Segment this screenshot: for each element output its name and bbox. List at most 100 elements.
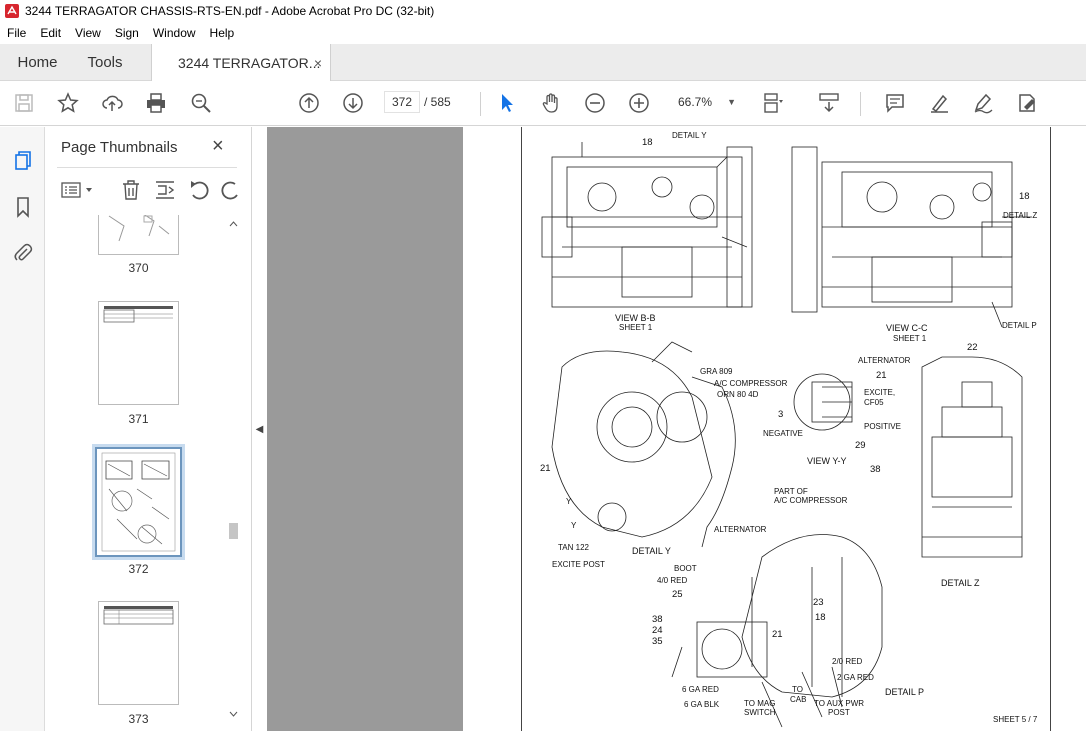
label-detail-z: DETAIL Z (941, 578, 980, 588)
menu-window[interactable]: Window (146, 26, 203, 40)
callout-18: 18 (642, 137, 653, 148)
callout-21: 21 (876, 370, 887, 381)
select-cursor-icon[interactable] (495, 91, 519, 115)
page-display-icon[interactable] (761, 91, 785, 115)
tab-document[interactable]: 3244 TERRAGATOR... × (151, 44, 331, 82)
zoom-select[interactable]: 66.7% ▼ (672, 91, 740, 113)
extract-pages-icon[interactable] (154, 179, 176, 201)
title-bar: 3244 TERRAGATOR CHASSIS-RTS-EN.pdf - Ado… (0, 0, 1086, 22)
rotate-right-icon[interactable] (220, 179, 242, 201)
page-thumbnail[interactable] (98, 301, 179, 405)
label-post: POST (828, 708, 850, 717)
label-view-bb-sheet: SHEET 1 (619, 323, 653, 332)
callout-18: 18 (1019, 191, 1030, 202)
callout-23: 23 (813, 597, 824, 608)
page-total: / 585 (424, 95, 451, 109)
thumbnail-list: 370 371 372 373 (45, 215, 235, 727)
star-bookmark-icon[interactable] (56, 91, 80, 115)
callout-35: 35 (652, 636, 663, 647)
callout-3: 3 (778, 409, 784, 420)
comment-icon[interactable] (883, 91, 907, 115)
menu-sign[interactable]: Sign (108, 26, 146, 40)
tab-close-icon[interactable]: × (314, 55, 322, 71)
page-number-input[interactable]: 372 (384, 91, 420, 113)
menu-file[interactable]: File (0, 26, 33, 40)
label-detail-y-top: DETAIL Y (672, 131, 707, 140)
next-page-icon[interactable] (341, 91, 365, 115)
thumbnail-label: 371 (128, 412, 149, 426)
canvas-background (267, 127, 463, 731)
thumbnail-preview (108, 215, 170, 242)
label-y: Y (571, 521, 577, 530)
scroll-mode-icon[interactable] (817, 91, 841, 115)
thumbnail-label: 372 (128, 562, 149, 576)
delete-icon[interactable] (120, 179, 142, 201)
thumbnail-preview (103, 306, 173, 323)
panel-title: Page Thumbnails (61, 139, 178, 156)
callout-22: 22 (967, 342, 978, 353)
label-detail-y: DETAIL Y (632, 546, 671, 556)
toolbar-divider (860, 92, 861, 116)
document-canvas: DETAIL Y 18 18 DETAIL Z DETAIL P VIEW B-… (267, 127, 1086, 731)
label-excite: EXCITE, (864, 388, 896, 397)
toolbar-divider (480, 92, 481, 116)
label-2ga-red: 2 GA RED (837, 673, 874, 682)
label-to-mag: TO MAG (744, 699, 776, 708)
thumbnail-scrollbar[interactable] (226, 215, 240, 723)
label-alternator: ALTERNATOR (714, 525, 767, 534)
scroll-thumb[interactable] (229, 523, 238, 539)
tab-home[interactable]: Home (0, 44, 75, 81)
callout-38: 38 (652, 614, 663, 625)
label-orn: ORN 80 4D (717, 390, 759, 399)
label-tan122: TAN 122 (558, 543, 589, 552)
previous-page-icon[interactable] (297, 91, 321, 115)
scroll-up-icon[interactable] (229, 221, 238, 227)
label-boot: BOOT (674, 564, 697, 573)
callout-24: 24 (652, 625, 663, 636)
page-thumbnail-selected[interactable] (92, 444, 185, 560)
label-to: TO (792, 685, 803, 694)
zoom-out-icon[interactable] (583, 91, 607, 115)
label-40-red: 4/0 RED (657, 576, 688, 585)
print-icon[interactable] (144, 91, 168, 115)
callout-18: 18 (815, 612, 826, 623)
tab-document-label: 3244 TERRAGATOR... (178, 55, 321, 71)
redact-stamp-icon[interactable] (1015, 91, 1039, 115)
rotate-left-icon[interactable] (188, 179, 210, 201)
sign-pen-icon[interactable] (971, 91, 995, 115)
panel-divider (57, 167, 237, 168)
tab-tools[interactable]: Tools (75, 44, 135, 81)
label-excite-post: EXCITE POST (552, 560, 605, 569)
pdf-page: DETAIL Y 18 18 DETAIL Z DETAIL P VIEW B-… (521, 127, 1051, 731)
left-rail (0, 127, 45, 731)
cloud-upload-icon[interactable] (100, 91, 124, 115)
label-positive: POSITIVE (864, 422, 901, 431)
scroll-down-icon[interactable] (229, 711, 238, 717)
thumbnail-label: 370 (128, 261, 149, 275)
thumbnail-label: 373 (128, 712, 149, 726)
collapse-panel-handle[interactable]: ◀ (252, 127, 267, 731)
label-detail-p: DETAIL P (885, 687, 925, 697)
zoom-in-icon[interactable] (627, 91, 651, 115)
menu-help[interactable]: Help (203, 26, 242, 40)
hand-tool-icon[interactable] (539, 91, 563, 115)
menu-view[interactable]: View (68, 26, 108, 40)
zoom-search-icon[interactable] (189, 91, 213, 115)
save-icon[interactable] (12, 91, 36, 115)
page-thumbnail[interactable] (98, 601, 179, 705)
label-ac-compressor: A/C COMPRESSOR (714, 379, 788, 388)
callout-38: 38 (870, 464, 881, 475)
label-cf05: CF05 (864, 398, 884, 407)
menu-edit[interactable]: Edit (33, 26, 68, 40)
zoom-value: 66.7% (678, 95, 713, 109)
bookmark-icon[interactable] (11, 195, 35, 219)
highlight-pen-icon[interactable] (927, 91, 951, 115)
window-title: 3244 TERRAGATOR CHASSIS-RTS-EN.pdf - Ado… (25, 4, 435, 18)
page-thumbnails-icon[interactable] (11, 149, 35, 173)
attachment-icon[interactable] (11, 241, 35, 265)
thumbnail-options-icon[interactable] (61, 181, 95, 199)
thumbnail-preview (103, 606, 174, 625)
page-thumbnail[interactable] (98, 215, 179, 255)
close-icon[interactable]: × (212, 135, 224, 158)
label-negative: NEGATIVE (763, 429, 803, 438)
